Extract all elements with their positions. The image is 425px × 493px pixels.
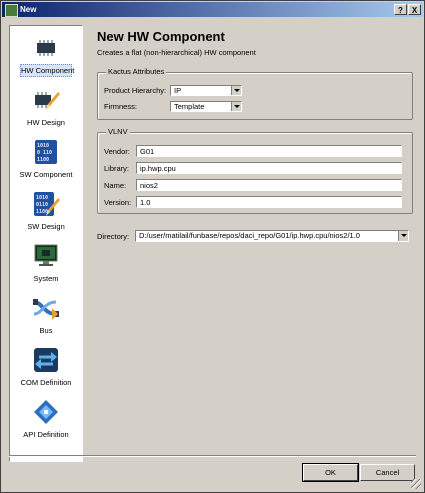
api-icon	[34, 400, 58, 424]
vendor-field[interactable]: G01	[136, 145, 402, 157]
new-dialog: New ? X HW Component HW Design 1010 0 11…	[0, 0, 425, 493]
chip-pencil-icon	[35, 92, 60, 110]
sidebar-item-bus[interactable]: Bus	[10, 288, 82, 338]
com-arrows-icon	[34, 348, 58, 372]
vlnv-group: VLNV Vendor: G01 Library: ip.hwp.cpu Nam…	[97, 127, 413, 214]
sidebar-item-label: Bus	[39, 326, 53, 335]
svg-text:1100: 1100	[37, 157, 49, 163]
firmness-select[interactable]: Template	[170, 101, 242, 112]
directory-select[interactable]: D:/user/matilail/funbase/repos/daci_repo…	[135, 230, 409, 242]
version-label: Version:	[104, 198, 132, 207]
sidebar-item-label: HW Design	[27, 118, 65, 127]
chevron-down-icon	[398, 231, 408, 241]
page-title: New HW Component	[97, 29, 225, 44]
title-bar[interactable]: New ? X	[2, 2, 423, 17]
vendor-label: Vendor:	[104, 147, 130, 156]
sidebar-item-label: SW Design	[27, 222, 65, 231]
library-field[interactable]: ip.hwp.cpu	[136, 162, 402, 174]
name-label: Name:	[104, 181, 127, 190]
name-field[interactable]: nios2	[136, 179, 402, 191]
window-title: New	[20, 5, 37, 14]
binary-icon: 10100 1101100	[35, 140, 57, 164]
sidebar-item-hw-component[interactable]: HW Component	[10, 28, 82, 78]
directory-label: Directory:	[97, 232, 130, 241]
sidebar-item-sw-component[interactable]: 1010 0 110 1100 SW Component	[10, 132, 82, 182]
chip-icon	[37, 40, 55, 56]
sidebar-item-label: COM Definition	[20, 378, 72, 387]
app-icon	[5, 4, 18, 17]
ok-button[interactable]: OK	[302, 463, 359, 482]
chevron-down-icon	[231, 86, 241, 95]
library-label: Library:	[104, 164, 130, 173]
sidebar-item-com-definition[interactable]: COM Definition	[10, 340, 82, 390]
kactus-attributes-group: Kactus Attributes Product Hierarchy: IP …	[97, 67, 413, 120]
product-hierarchy-select[interactable]: IP	[170, 85, 242, 96]
group-title: Kactus Attributes	[106, 67, 167, 76]
sidebar-item-label: HW Component	[20, 64, 75, 77]
bus-icon	[33, 299, 59, 320]
page-description: Creates a flat (non-hierarchical) HW com…	[97, 48, 256, 57]
svg-text:1010: 1010	[37, 143, 49, 149]
help-button[interactable]: ?	[394, 4, 407, 15]
svg-text:1010: 1010	[36, 195, 48, 201]
version-field[interactable]: 1.0	[136, 196, 402, 208]
sidebar-item-hw-design[interactable]: HW Design	[10, 80, 82, 130]
svg-text:1100: 1100	[36, 209, 48, 215]
footer-divider	[9, 455, 416, 457]
resize-grip[interactable]	[411, 479, 421, 489]
group-title: VLNV	[106, 127, 130, 136]
sidebar-item-label: API Definition	[23, 430, 69, 439]
monitor-chip-icon	[34, 244, 58, 266]
sidebar-item-label: SW Component	[19, 170, 73, 179]
product-hierarchy-label: Product Hierarchy:	[104, 86, 167, 95]
chevron-down-icon	[231, 102, 241, 111]
cancel-button[interactable]: Cancel	[360, 464, 415, 481]
sidebar-item-api-definition[interactable]: API Definition	[10, 392, 82, 442]
firmness-label: Firmness:	[104, 102, 137, 111]
component-type-list: HW Component HW Design 1010 0 110 1100 SW …	[9, 25, 83, 462]
close-button[interactable]: X	[408, 4, 421, 15]
sidebar-item-label: System	[33, 274, 59, 283]
binary-pencil-icon: 101001101100	[34, 192, 60, 216]
sidebar-item-sw-design[interactable]: 1010 0110 1100 SW Design	[10, 184, 82, 234]
svg-text:0 110: 0 110	[37, 150, 52, 156]
svg-text:0110: 0110	[36, 202, 48, 208]
sidebar-item-system[interactable]: System	[10, 236, 82, 286]
